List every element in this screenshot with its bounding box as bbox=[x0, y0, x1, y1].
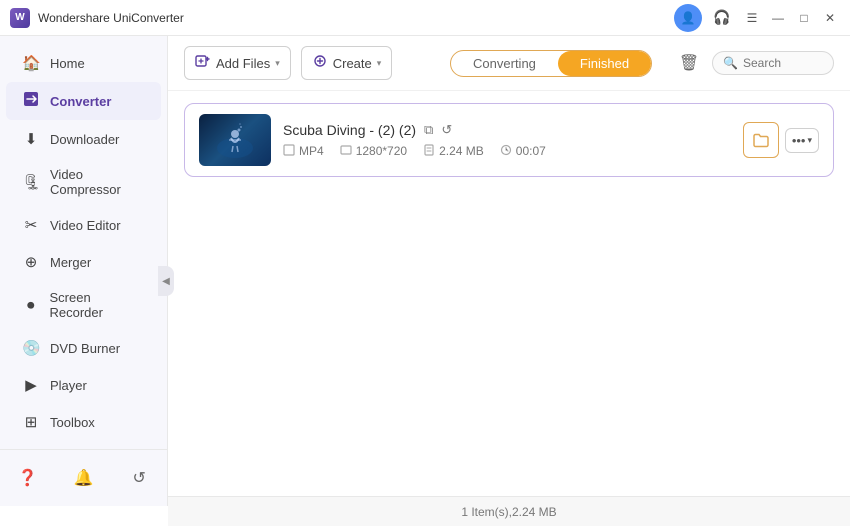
add-files-dropdown-icon: ▾ bbox=[275, 58, 280, 69]
create-icon bbox=[312, 53, 328, 73]
sidebar-label-player: Player bbox=[50, 378, 87, 393]
file-size: 2.24 MB bbox=[439, 144, 484, 158]
sidebar-label-screen-recorder: Screen Recorder bbox=[49, 290, 145, 320]
file-list: Scuba Diving - (2) (2) ⧉ ↺ MP4 bbox=[168, 91, 850, 496]
sidebar-item-video-editor[interactable]: ✂ Video Editor bbox=[6, 207, 161, 243]
file-info: Scuba Diving - (2) (2) ⧉ ↺ MP4 bbox=[283, 122, 731, 159]
close-button[interactable]: ✕ bbox=[820, 8, 840, 28]
dvd-burner-icon: 💿 bbox=[22, 339, 40, 357]
app-title: Wondershare UniConverter bbox=[38, 11, 674, 25]
file-meta: MP4 1280*720 2.24 MB bbox=[283, 144, 731, 159]
format-icon bbox=[283, 144, 295, 159]
sidebar-item-dvd-burner[interactable]: 💿 DVD Burner bbox=[6, 330, 161, 366]
toolbox-icon: ⊞ bbox=[22, 413, 40, 431]
maximize-button[interactable]: □ bbox=[794, 8, 814, 28]
sidebar-collapse-button[interactable]: ◀ bbox=[158, 266, 174, 296]
sidebar-item-home[interactable]: 🏠 Home bbox=[6, 45, 161, 81]
create-button[interactable]: Create ▾ bbox=[301, 46, 393, 80]
sidebar-item-downloader[interactable]: ⬇ Downloader bbox=[6, 121, 161, 157]
search-box: 🔍 bbox=[712, 51, 834, 75]
sidebar-wrapper: 🏠 Home Converter ⬇ Download bbox=[0, 36, 168, 526]
duration-icon bbox=[500, 144, 512, 159]
sidebar-item-merger[interactable]: ⊕ Merger bbox=[6, 244, 161, 280]
sidebar-item-toolbox[interactable]: ⊞ Toolbox bbox=[6, 404, 161, 440]
app-logo: W bbox=[10, 8, 30, 28]
sidebar-label-video-compressor: Video Compressor bbox=[50, 167, 145, 197]
thumbnail-image bbox=[199, 114, 271, 166]
file-title-row: Scuba Diving - (2) (2) ⧉ ↺ bbox=[283, 122, 731, 138]
screen-recorder-icon: ⏺ bbox=[22, 297, 39, 314]
file-duration: 00:07 bbox=[516, 144, 546, 158]
trash-button[interactable]: 🗑 bbox=[674, 48, 704, 78]
add-files-button[interactable]: Add Files ▾ bbox=[184, 46, 291, 80]
table-row: Scuba Diving - (2) (2) ⧉ ↺ MP4 bbox=[184, 103, 834, 177]
add-files-label: Add Files bbox=[216, 56, 270, 71]
tab-finished[interactable]: Finished bbox=[558, 51, 651, 76]
file-actions: ••• ▾ bbox=[743, 122, 819, 158]
toolbar-right: 🗑 🔍 bbox=[674, 48, 834, 78]
sidebar-item-converter[interactable]: Converter bbox=[6, 82, 161, 120]
sidebar-footer: ❓ 🔔 ↺ bbox=[0, 449, 167, 506]
sidebar-label-merger: Merger bbox=[50, 255, 91, 270]
meta-format: MP4 bbox=[283, 144, 324, 159]
player-icon: ▶ bbox=[22, 376, 40, 394]
sidebar-label-converter: Converter bbox=[50, 94, 111, 109]
more-options-button[interactable]: ••• ▾ bbox=[785, 128, 819, 153]
menu-icon[interactable]: ☰ bbox=[742, 8, 762, 28]
open-folder-button[interactable] bbox=[743, 122, 779, 158]
sidebar-label-home: Home bbox=[50, 56, 85, 71]
add-files-icon bbox=[195, 53, 211, 73]
content-area: Add Files ▾ Create ▾ Converting Finished bbox=[168, 36, 850, 526]
help-button[interactable]: ❓ bbox=[0, 460, 56, 496]
downloader-icon: ⬇ bbox=[22, 130, 40, 148]
open-file-icon[interactable]: ⧉ bbox=[424, 122, 433, 138]
search-input[interactable] bbox=[743, 56, 823, 70]
statusbar: 1 Item(s),2.24 MB bbox=[168, 496, 850, 526]
tab-converting[interactable]: Converting bbox=[451, 51, 558, 76]
sidebar-label-dvd-burner: DVD Burner bbox=[50, 341, 120, 356]
more-dropdown-icon: ▾ bbox=[807, 135, 812, 146]
meta-size: 2.24 MB bbox=[423, 144, 484, 159]
toolbar: Add Files ▾ Create ▾ Converting Finished bbox=[168, 36, 850, 91]
titlebar-controls: 👤 🎧 ☰ — □ ✕ bbox=[674, 4, 840, 32]
merger-icon: ⊕ bbox=[22, 253, 40, 271]
file-resolution: 1280*720 bbox=[356, 144, 407, 158]
tab-group: Converting Finished bbox=[450, 50, 652, 77]
sidebar-label-video-editor: Video Editor bbox=[50, 218, 121, 233]
support-icon[interactable]: 🎧 bbox=[708, 4, 736, 32]
search-icon: 🔍 bbox=[723, 56, 738, 70]
file-thumbnail bbox=[199, 114, 271, 166]
sidebar: 🏠 Home Converter ⬇ Download bbox=[0, 36, 168, 506]
feedback-button[interactable]: ↺ bbox=[111, 460, 167, 496]
user-avatar-icon[interactable]: 👤 bbox=[674, 4, 702, 32]
sidebar-label-downloader: Downloader bbox=[50, 132, 119, 147]
size-icon bbox=[423, 144, 435, 159]
main-layout: 🏠 Home Converter ⬇ Download bbox=[0, 36, 850, 526]
create-label: Create bbox=[333, 56, 372, 71]
sidebar-item-screen-recorder[interactable]: ⏺ Screen Recorder bbox=[6, 281, 161, 329]
minimize-button[interactable]: — bbox=[768, 8, 788, 28]
video-editor-icon: ✂ bbox=[22, 216, 40, 234]
notifications-button[interactable]: 🔔 bbox=[56, 460, 112, 496]
sidebar-label-toolbox: Toolbox bbox=[50, 415, 95, 430]
refresh-file-icon[interactable]: ↺ bbox=[441, 122, 452, 138]
meta-duration: 00:07 bbox=[500, 144, 546, 159]
more-dots-icon: ••• bbox=[792, 133, 806, 148]
video-compressor-icon: 🗜 bbox=[22, 173, 40, 191]
sidebar-item-video-compressor[interactable]: 🗜 Video Compressor bbox=[6, 158, 161, 206]
status-text: 1 Item(s),2.24 MB bbox=[461, 505, 556, 519]
sidebar-item-player[interactable]: ▶ Player bbox=[6, 367, 161, 403]
meta-resolution: 1280*720 bbox=[340, 144, 407, 159]
resolution-icon bbox=[340, 144, 352, 159]
sidebar-nav: 🏠 Home Converter ⬇ Download bbox=[0, 36, 167, 449]
file-format: MP4 bbox=[299, 144, 324, 158]
create-dropdown-icon: ▾ bbox=[377, 58, 382, 69]
titlebar: W Wondershare UniConverter 👤 🎧 ☰ — □ ✕ bbox=[0, 0, 850, 36]
home-icon: 🏠 bbox=[22, 54, 40, 72]
file-name: Scuba Diving - (2) (2) bbox=[283, 122, 416, 138]
converter-icon bbox=[22, 91, 40, 111]
